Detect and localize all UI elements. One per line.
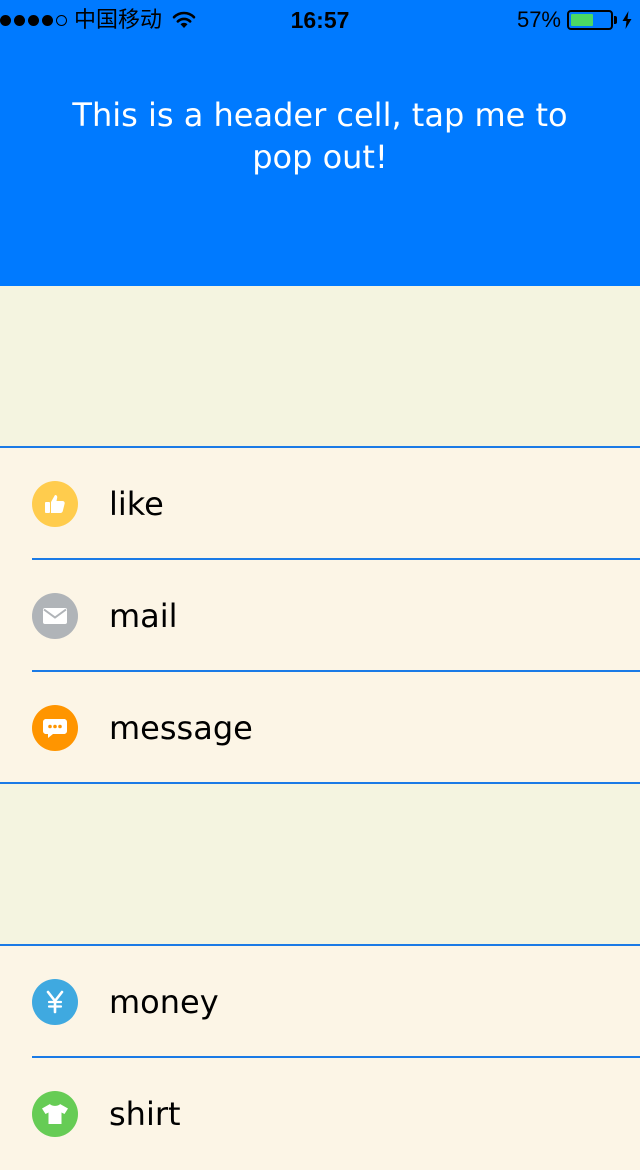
- battery-icon: [567, 10, 613, 30]
- chat-bubble-icon: [32, 705, 78, 751]
- tshirt-icon: [32, 1091, 78, 1137]
- battery-percentage: 57%: [516, 7, 561, 32]
- battery-cap: [614, 16, 617, 24]
- charging-bolt-icon: [622, 11, 632, 29]
- section-header-gap: [0, 286, 640, 446]
- list-item-label: mail: [109, 597, 178, 635]
- header-cell-text: This is a header cell, tap me to pop out…: [72, 96, 568, 176]
- battery-level-fill: [571, 14, 593, 26]
- section-header-gap: [0, 784, 640, 944]
- thumbs-up-icon: [32, 481, 78, 527]
- list-item-label: money: [109, 983, 219, 1021]
- list-item-label: like: [109, 485, 164, 523]
- list-item-shirt[interactable]: shirt: [0, 1058, 640, 1170]
- envelope-icon: [32, 593, 78, 639]
- list-item-label: shirt: [109, 1095, 181, 1133]
- status-bar: 中国移动 16:57 57%: [0, 0, 640, 40]
- list-item-like[interactable]: like: [0, 448, 640, 560]
- list-item-mail[interactable]: mail: [0, 560, 640, 672]
- header-cell[interactable]: This is a header cell, tap me to pop out…: [0, 40, 640, 286]
- yen-icon: [32, 979, 78, 1025]
- list-item-money[interactable]: money: [0, 946, 640, 1058]
- status-bar-right: 57%: [517, 0, 632, 40]
- list-item-label: message: [109, 709, 253, 747]
- list-item-message[interactable]: message: [0, 672, 640, 784]
